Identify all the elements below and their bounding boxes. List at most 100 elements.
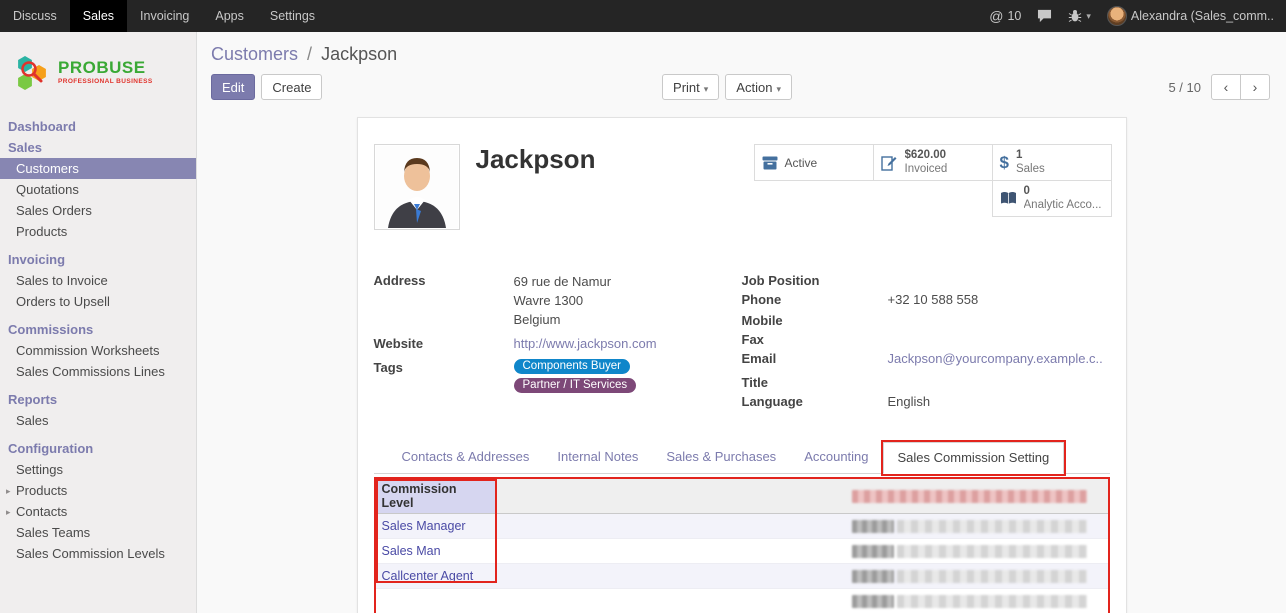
tab-contacts-addresses[interactable]: Contacts & Addresses	[388, 442, 544, 473]
nav-apps[interactable]: Apps	[202, 0, 257, 32]
tab-accounting[interactable]: Accounting	[790, 442, 882, 473]
messages-icon[interactable]	[1037, 9, 1052, 23]
sidebar-header-commissions[interactable]: Commissions	[0, 319, 196, 340]
topbar-right: @ 10 ▾ Alexandra (Sales_comm..	[989, 0, 1286, 32]
pager-previous-button[interactable]: ‹	[1211, 74, 1241, 100]
caret-down-icon: ▾	[776, 84, 781, 94]
sidebar-item-config-products[interactable]: ▸ Products	[0, 480, 196, 501]
sidebar-header-dashboard[interactable]: Dashboard	[0, 116, 196, 137]
sales-stat-button[interactable]: $ 1 Sales	[992, 144, 1112, 181]
edit-button[interactable]: Edit	[211, 74, 255, 100]
table-row-callcenter-agent[interactable]: Callcenter Agent	[376, 564, 1108, 589]
commission-table-annotation-box: Commission Level Sales Manager	[374, 477, 1110, 613]
tab-sales-commission-setting[interactable]: Sales Commission Setting	[883, 442, 1065, 474]
customer-form: Jackpson Active	[357, 117, 1127, 613]
language-value[interactable]: English	[888, 393, 931, 410]
sidebar-item-label: Products	[16, 483, 67, 498]
action-dropdown[interactable]: Action ▾	[725, 74, 792, 100]
address-label: Address	[374, 272, 514, 329]
logo-title: PROBUSE	[58, 59, 153, 76]
record-pager: 5 / 10 ‹ ›	[1168, 74, 1270, 100]
tags-label: Tags	[374, 359, 514, 393]
sidebar-item-sales-commission-levels[interactable]: Sales Commission Levels	[0, 543, 196, 564]
table-row-sales-manager[interactable]: Sales Manager	[376, 514, 1108, 539]
email-link[interactable]: Jackpson@yourcompany.example.c..	[888, 350, 1103, 367]
redacted-cell	[897, 520, 1087, 533]
expand-arrow-icon[interactable]: ▸	[6, 484, 11, 499]
pager-next-button[interactable]: ›	[1240, 74, 1270, 100]
breadcrumb-current: Jackpson	[321, 44, 397, 64]
redacted-cell	[897, 570, 1087, 583]
phone-value[interactable]: +32 10 588 558	[888, 291, 979, 308]
mentions-indicator[interactable]: @ 10	[989, 8, 1021, 24]
sidebar-header-configuration[interactable]: Configuration	[0, 438, 196, 459]
analytic-value: 0	[1024, 185, 1102, 199]
active-toggle-icon	[762, 156, 778, 170]
redacted-cell	[852, 545, 894, 558]
column-header-middle	[496, 479, 846, 514]
sidebar-item-settings[interactable]: Settings	[0, 459, 196, 480]
sidebar-header-invoicing[interactable]: Invoicing	[0, 249, 196, 270]
phone-label: Phone	[742, 291, 888, 308]
sidebar-item-commission-worksheets[interactable]: Commission Worksheets	[0, 340, 196, 361]
tag-components-buyer[interactable]: Components Buyer	[514, 359, 630, 374]
sidebar-item-sales-to-invoice[interactable]: Sales to Invoice	[0, 270, 196, 291]
table-row-sales-man[interactable]: Sales Man	[376, 539, 1108, 564]
nav-settings[interactable]: Settings	[257, 0, 328, 32]
sidebar-item-products[interactable]: Products	[0, 221, 196, 242]
redacted-cell	[897, 595, 1087, 608]
website-link[interactable]: http://www.jackpson.com	[514, 335, 657, 352]
dollar-icon: $	[1000, 153, 1009, 173]
redacted-cell	[897, 545, 1087, 558]
customer-photo-image	[376, 146, 458, 228]
logo-tagline: PROFESSIONAL BUSINESS	[58, 78, 153, 85]
field-grid: Address 69 rue de Namur Wavre 1300 Belgi…	[374, 272, 1110, 412]
sidebar-item-sales-commissions-lines[interactable]: Sales Commissions Lines	[0, 361, 196, 382]
print-label: Print	[673, 80, 700, 95]
column-header-redacted	[846, 479, 1108, 514]
sales-count-label: Sales	[1016, 163, 1045, 177]
table-header-row: Commission Level	[376, 479, 1108, 514]
tab-sales-purchases[interactable]: Sales & Purchases	[652, 442, 790, 473]
customer-photo[interactable]	[374, 144, 460, 230]
sidebar-header-reports[interactable]: Reports	[0, 389, 196, 410]
control-bar: Edit Create Print▾ Action ▾ 5 / 10 ‹ ›	[197, 65, 1286, 101]
address-value[interactable]: 69 rue de Namur Wavre 1300 Belgium	[514, 272, 612, 329]
tab-internal-notes[interactable]: Internal Notes	[543, 442, 652, 473]
sidebar-item-sales-teams[interactable]: Sales Teams	[0, 522, 196, 543]
invoiced-stat-button[interactable]: $620.00 Invoiced	[873, 144, 993, 181]
chat-bubble-icon	[1037, 9, 1052, 23]
app-logo[interactable]: PROBUSE PROFESSIONAL BUSINESS	[0, 32, 196, 116]
expand-arrow-icon[interactable]: ▸	[6, 505, 11, 520]
print-dropdown[interactable]: Print▾	[662, 74, 719, 100]
analytic-accounts-stat-button[interactable]: 0 Analytic Acco...	[992, 180, 1112, 217]
sidebar-item-config-contacts[interactable]: ▸ Contacts	[0, 501, 196, 522]
title-label: Title	[742, 374, 888, 391]
sidebar-item-orders-to-upsell[interactable]: Orders to Upsell	[0, 291, 196, 312]
top-navbar: Discuss Sales Invoicing Apps Settings @ …	[0, 0, 1286, 32]
tags-field[interactable]: Components Buyer Partner / IT Services	[514, 359, 637, 393]
table-row-empty[interactable]	[376, 589, 1108, 613]
column-header-commission-level[interactable]: Commission Level	[376, 479, 496, 514]
sidebar-item-customers[interactable]: Customers	[0, 158, 196, 179]
sidebar-item-sales-orders[interactable]: Sales Orders	[0, 200, 196, 221]
sidebar-item-quotations[interactable]: Quotations	[0, 179, 196, 200]
breadcrumb-customers[interactable]: Customers	[211, 44, 298, 64]
bug-icon	[1068, 9, 1082, 23]
action-label: Action	[736, 80, 772, 95]
sidebar-header-sales[interactable]: Sales	[0, 137, 196, 158]
sidebar-item-sales-report[interactable]: Sales	[0, 410, 196, 431]
pager-counter: 5 / 10	[1168, 80, 1201, 95]
user-name: Alexandra (Sales_comm..	[1131, 9, 1274, 23]
website-label: Website	[374, 335, 514, 352]
tag-partner-it-services[interactable]: Partner / IT Services	[514, 378, 637, 393]
debug-menu[interactable]: ▾	[1068, 9, 1091, 23]
active-toggle-button[interactable]: Active	[754, 144, 874, 181]
redacted-cell	[852, 520, 894, 533]
user-menu[interactable]: Alexandra (Sales_comm..	[1107, 6, 1274, 26]
nav-invoicing[interactable]: Invoicing	[127, 0, 202, 32]
nav-sales[interactable]: Sales	[70, 0, 127, 32]
create-button[interactable]: Create	[261, 74, 322, 100]
nav-discuss[interactable]: Discuss	[0, 0, 70, 32]
redacted-header-content	[852, 490, 1087, 503]
